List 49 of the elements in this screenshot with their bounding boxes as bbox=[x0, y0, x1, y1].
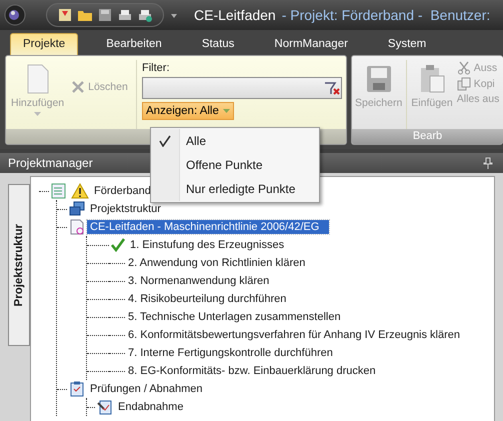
scissors-icon bbox=[456, 61, 471, 75]
ribbon-tab[interactable]: System bbox=[376, 34, 438, 55]
copy-icon bbox=[456, 77, 471, 91]
new-project-icon[interactable] bbox=[57, 7, 73, 23]
ribbon-tab[interactable]: Status bbox=[190, 34, 246, 55]
menu-item[interactable]: Offene Punkte bbox=[151, 153, 319, 177]
tree-item[interactable]: 5. Technische Unterlagen zusammenstellen bbox=[125, 310, 344, 324]
project-icon bbox=[51, 183, 67, 199]
side-tab[interactable]: Projektstruktur bbox=[8, 184, 30, 346]
close-icon bbox=[71, 80, 86, 94]
app-orb-icon[interactable] bbox=[4, 4, 26, 26]
checklist-icon bbox=[97, 399, 113, 415]
show-dropdown[interactable]: Anzeigen: Alle bbox=[142, 102, 234, 120]
customize-menu-icon[interactable] bbox=[170, 11, 178, 19]
tree-item[interactable]: Projektstruktur bbox=[87, 202, 164, 216]
menu-item[interactable]: Nur erledigte Punkte bbox=[151, 177, 319, 201]
tree-item[interactable]: 8. EG-Konformitäts- bzw. Einbauerklärung drucken bbox=[125, 364, 379, 378]
clipboard-icon bbox=[69, 381, 85, 397]
printer-icon[interactable] bbox=[117, 7, 133, 23]
windows-icon bbox=[69, 201, 85, 217]
tree-item[interactable]: 6. Konformitätsbewertungsverfahren für Anhang IV Erzeugnis klären bbox=[125, 328, 464, 342]
tree-item[interactable]: Prüfungen / Abnahmen bbox=[87, 382, 206, 396]
menu-item[interactable]: Alle bbox=[151, 129, 319, 153]
filter-label: Filter: bbox=[142, 62, 170, 74]
print-preview-icon[interactable] bbox=[137, 7, 153, 23]
caret-icon bbox=[34, 112, 42, 117]
window-subtitle: - Projekt: Förderband - Benutzer: bbox=[282, 7, 490, 23]
ribbon-tab[interactable]: NormManager bbox=[262, 34, 360, 55]
blank-page-icon bbox=[26, 64, 50, 94]
ribbon-tab[interactable]: Bearbeiten bbox=[94, 34, 174, 55]
filter-field[interactable] bbox=[142, 77, 342, 99]
tree-item[interactable]: Endabnahme bbox=[115, 400, 186, 414]
tree-item[interactable]: CE-Leitfaden - Maschinenrichtlinie 2006/42/EG bbox=[87, 220, 330, 234]
caret-icon bbox=[222, 108, 230, 114]
tree-item[interactable]: 1. Einstufung des Erzeugnisses bbox=[127, 238, 288, 252]
tree-item[interactable]: Förderband bbox=[91, 184, 154, 198]
tree-item[interactable]: 2. Anwendung von Richtlinien klären bbox=[125, 256, 308, 270]
window-title: CE-Leitfaden bbox=[194, 7, 276, 23]
tree-item[interactable]: 4. Risikobeurteilung durchführen bbox=[125, 292, 290, 306]
clipboard-icon bbox=[418, 64, 446, 94]
tree-item[interactable]: 7. Interne Fertigungskontrolle durchführen bbox=[125, 346, 336, 360]
clear-filter-icon[interactable] bbox=[323, 80, 341, 96]
ribbon-tab[interactable]: Projekte bbox=[10, 33, 78, 55]
tree-item[interactable]: 3. Normenanwendung klären bbox=[125, 274, 272, 288]
document-icon bbox=[69, 219, 85, 235]
save-icon[interactable] bbox=[97, 7, 113, 23]
group-label: Bearb bbox=[412, 130, 442, 142]
panel-title: Projektmanager bbox=[8, 156, 93, 170]
pin-icon[interactable] bbox=[483, 157, 493, 169]
